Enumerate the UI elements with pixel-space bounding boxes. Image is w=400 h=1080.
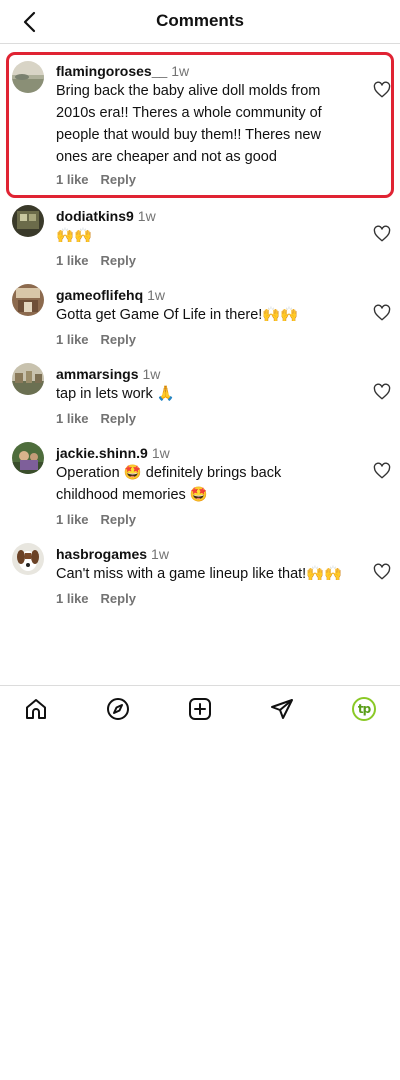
nav-profile[interactable]: tp bbox=[351, 696, 377, 722]
comment-username[interactable]: hasbrogames bbox=[56, 546, 147, 562]
comment-time: 1w bbox=[147, 287, 166, 303]
comment-username[interactable]: dodiatkins9 bbox=[56, 208, 134, 224]
avatar[interactable] bbox=[12, 543, 44, 575]
comment-text: 🙌🙌 bbox=[56, 228, 93, 244]
like-count[interactable]: 1 like bbox=[56, 253, 89, 268]
comment-text: Gotta get Game Of Life in there!🙌🙌 bbox=[56, 307, 299, 323]
comment-text: Bring back the baby alive doll molds fro… bbox=[56, 83, 322, 165]
profile-icon: tp bbox=[352, 697, 376, 721]
comment-time: 1w bbox=[142, 366, 161, 382]
page-title: Comments bbox=[156, 11, 244, 30]
avatar[interactable] bbox=[12, 61, 44, 93]
like-count[interactable]: 1 like bbox=[56, 172, 89, 187]
comment-time: 1w bbox=[137, 208, 156, 224]
profile-logo-text: tp bbox=[357, 702, 371, 716]
like-count[interactable]: 1 like bbox=[56, 591, 89, 606]
reply-button[interactable]: Reply bbox=[101, 253, 136, 268]
create-icon bbox=[189, 698, 211, 720]
header-bar: Comments bbox=[0, 0, 400, 44]
like-count[interactable]: 1 like bbox=[56, 411, 89, 426]
reply-button[interactable]: Reply bbox=[101, 591, 136, 606]
home-icon bbox=[26, 699, 46, 719]
send-icon bbox=[271, 699, 293, 719]
reply-button[interactable]: Reply bbox=[101, 172, 136, 187]
comment-text: tap in lets work 🙏 bbox=[56, 386, 175, 402]
like-count[interactable]: 1 like bbox=[56, 332, 89, 347]
avatar[interactable] bbox=[12, 363, 44, 395]
reply-button[interactable]: Reply bbox=[101, 512, 136, 527]
reply-button[interactable]: Reply bbox=[101, 332, 136, 347]
nav-send[interactable] bbox=[269, 696, 295, 722]
explore-icon bbox=[107, 698, 129, 720]
avatar[interactable] bbox=[12, 205, 44, 237]
comment-username[interactable]: flamingoroses__ bbox=[56, 63, 167, 79]
like-count[interactable]: 1 like bbox=[56, 512, 89, 527]
nav-home[interactable] bbox=[23, 696, 49, 722]
heart-icon[interactable] bbox=[373, 462, 391, 480]
comment-time: 1w bbox=[151, 546, 169, 562]
heart-icon[interactable] bbox=[373, 225, 391, 243]
heart-icon[interactable] bbox=[373, 304, 391, 322]
comment-username[interactable]: ammarsings bbox=[56, 366, 138, 382]
comment-time: 1w bbox=[151, 445, 170, 461]
avatar[interactable] bbox=[12, 284, 44, 316]
comment-username[interactable]: jackie.shinn.9 bbox=[56, 445, 148, 461]
heart-icon[interactable] bbox=[373, 81, 391, 99]
comment-text: Operation 🤩 definitely brings back child… bbox=[56, 465, 282, 503]
comment-time: 1w bbox=[171, 63, 190, 79]
comment-username[interactable]: gameoflifehq bbox=[56, 287, 143, 303]
avatar[interactable] bbox=[12, 442, 44, 474]
bottom-nav: tp bbox=[0, 685, 400, 731]
reply-button[interactable]: Reply bbox=[101, 411, 136, 426]
nav-create[interactable] bbox=[187, 696, 213, 722]
comment-text: Can't miss with a game lineup like that!… bbox=[56, 566, 343, 582]
heart-icon[interactable] bbox=[373, 383, 391, 401]
nav-explore[interactable] bbox=[105, 696, 131, 722]
heart-icon[interactable] bbox=[373, 563, 391, 581]
